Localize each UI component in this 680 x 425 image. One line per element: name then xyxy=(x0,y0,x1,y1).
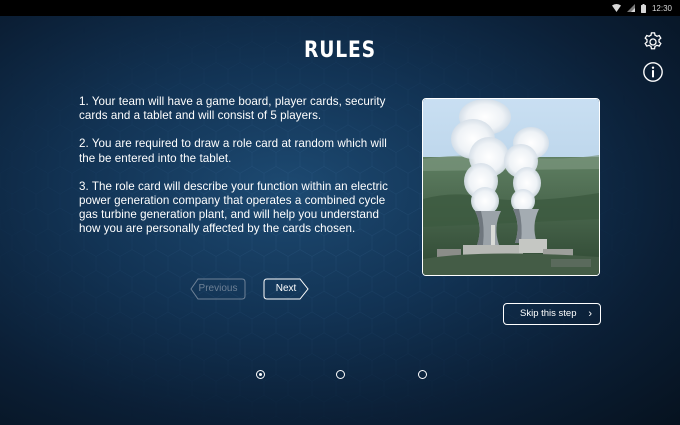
info-icon[interactable] xyxy=(642,61,664,83)
chevron-right-icon: › xyxy=(588,308,592,320)
power-plant-image xyxy=(422,98,600,276)
page-dot-1[interactable] xyxy=(256,370,265,379)
wifi-icon xyxy=(611,4,621,12)
page-indicator xyxy=(0,370,680,382)
page-dot-2[interactable] xyxy=(336,370,345,379)
rule-item: 1. Your team will have a game board, pla… xyxy=(79,95,386,123)
rule-item: 2. You are required to draw a role card … xyxy=(79,137,387,165)
next-button[interactable]: Next xyxy=(263,278,309,300)
next-button-label: Next xyxy=(275,283,297,294)
battery-icon xyxy=(640,3,646,13)
signal-icon xyxy=(626,4,635,12)
rule-item: 3. The role card will describe your func… xyxy=(79,179,389,236)
skip-step-button[interactable]: Skip this step › xyxy=(503,303,601,325)
previous-button-label: Previous xyxy=(198,283,238,294)
page-title: RULES xyxy=(303,38,376,63)
status-time: 12:30 xyxy=(651,3,672,13)
previous-button[interactable]: Previous xyxy=(190,278,246,300)
skip-step-label: Skip this step xyxy=(520,308,577,319)
status-bar: 12:30 xyxy=(0,0,680,16)
rules-list: 1. Your team will have a game board, pla… xyxy=(79,95,399,251)
page-dot-3[interactable] xyxy=(418,370,427,379)
gear-icon[interactable] xyxy=(642,31,664,53)
